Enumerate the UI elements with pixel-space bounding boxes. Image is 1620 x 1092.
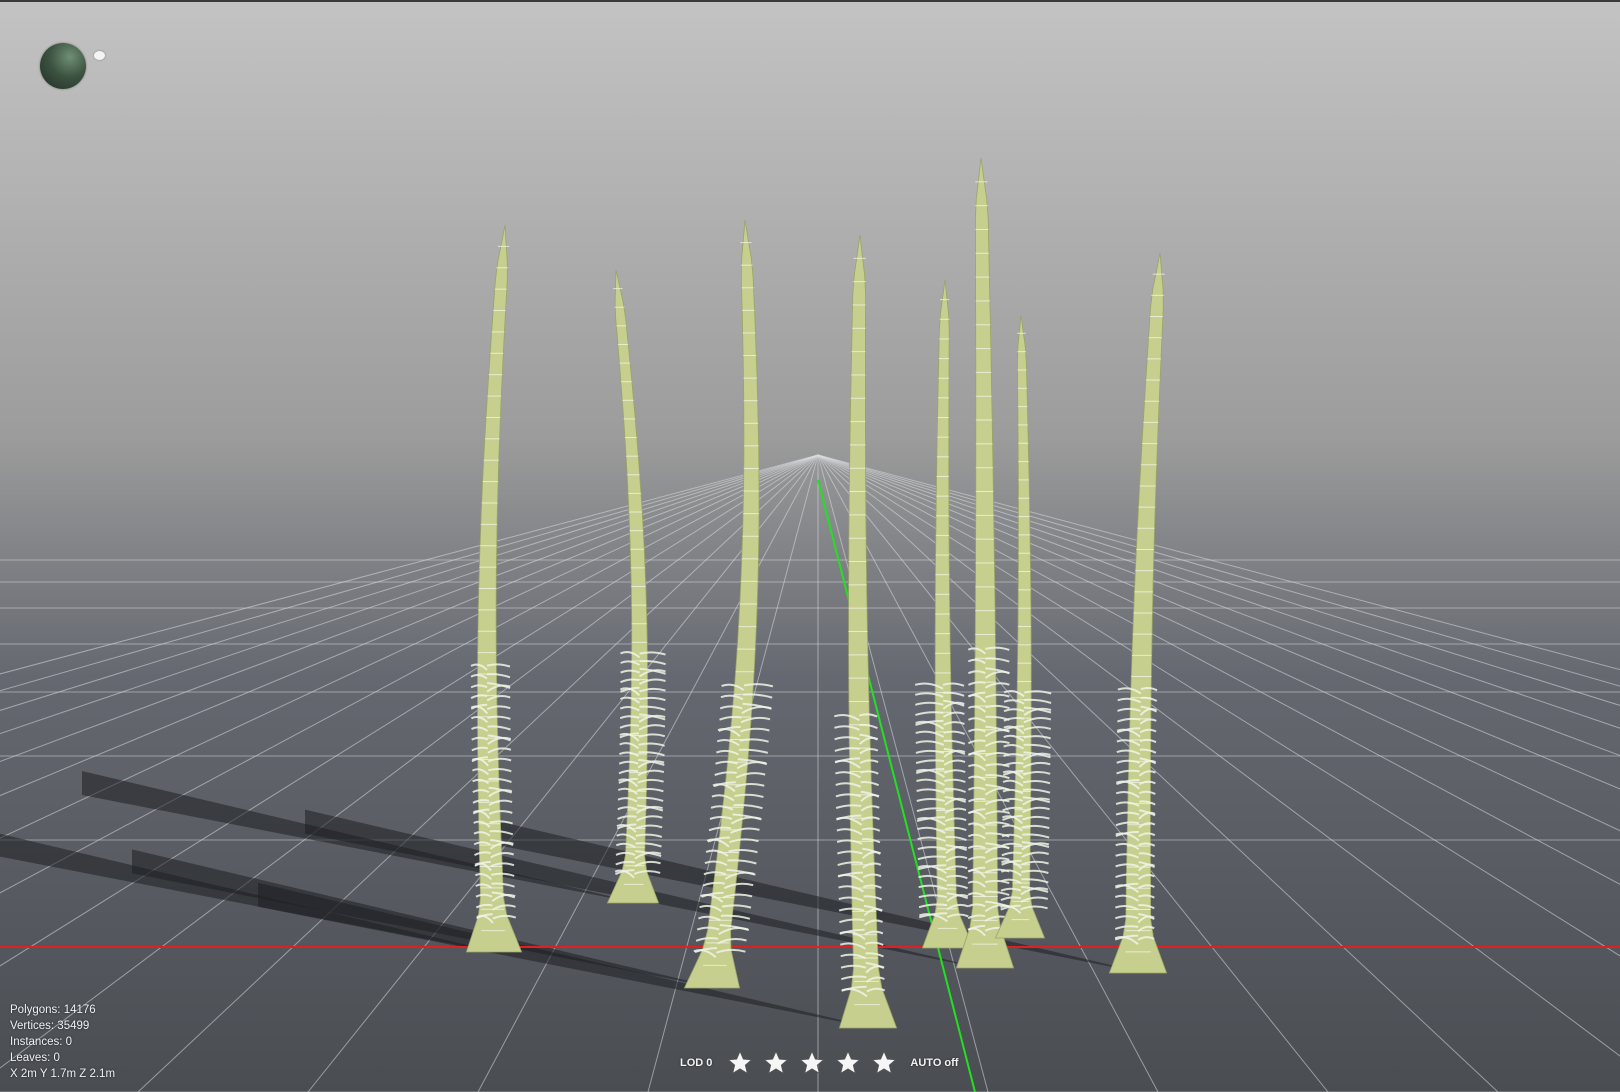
bamboo-leaf (620, 669, 640, 674)
lod-star-3-icon[interactable] (798, 1049, 826, 1077)
lod-star-2-icon[interactable] (762, 1049, 790, 1077)
bamboo-leaf (918, 894, 948, 899)
grid-line (0, 454, 819, 894)
bamboo-leaf (915, 701, 944, 706)
plant-shadow (258, 882, 878, 1029)
viewport-top-border (0, 0, 1620, 2)
bamboo-plant (914, 279, 975, 949)
bamboo-leaf (1003, 708, 1025, 713)
bamboo-leaf (917, 846, 947, 851)
scene-stats-panel: Polygons: 14176 Vertices: 35499 Instance… (10, 1002, 115, 1082)
light-handle-icon[interactable] (94, 51, 105, 60)
grid-line (0, 454, 819, 692)
grid-line (0, 454, 819, 711)
grid-line (0, 454, 819, 839)
bamboo-plant (465, 224, 523, 953)
bamboo-leaf (715, 760, 738, 765)
bamboo-leaf (835, 793, 862, 798)
lod-label: LOD 0 (680, 1057, 713, 1069)
bamboo-leaf (1000, 887, 1022, 892)
bamboo-leaf (618, 760, 639, 765)
plant-shadow (498, 821, 1148, 974)
grid-line (0, 454, 819, 967)
bamboo-plant (994, 314, 1052, 939)
ground-grid (0, 454, 1620, 1092)
bamboo-leaf (837, 850, 863, 855)
bamboo-leaf (1117, 707, 1141, 712)
lod-star-4-icon[interactable] (834, 1049, 862, 1077)
light-direction-sphere-icon[interactable] (40, 43, 86, 89)
grid-line (817, 454, 1499, 1092)
bamboo-plant (833, 234, 898, 1029)
dimensions-readout: X 2m Y 1.7m Z 2.1m (10, 1068, 116, 1080)
grid-line (817, 454, 989, 1092)
bamboo-leaf (1001, 842, 1023, 847)
lod-toolbar: LOD 0 AUTO off (680, 1049, 958, 1077)
grid-line (477, 454, 819, 1092)
scene-canvas[interactable] (0, 0, 1620, 1092)
polygons-count: Polygons: 14176 (10, 1004, 96, 1016)
grid-line (0, 454, 819, 675)
grid-line (0, 454, 819, 797)
bamboo-plant (1108, 252, 1168, 974)
bamboo-leaf (1002, 797, 1024, 802)
bamboo-leaf (915, 749, 945, 754)
grid-line (0, 454, 819, 1069)
bamboo-leaf (834, 736, 860, 741)
lod-star-1-icon[interactable] (726, 1049, 754, 1077)
bamboo-leaf (1116, 759, 1141, 764)
lod-star-5-icon[interactable] (870, 1049, 898, 1077)
bamboo-leaf (916, 798, 946, 802)
leaves-count: Leaves: 0 (10, 1052, 60, 1064)
3d-viewport[interactable]: Polygons: 14176 Vertices: 35499 Instance… (0, 0, 1620, 1092)
grid-line (0, 454, 819, 735)
bamboo-plant (606, 269, 666, 904)
instances-count: Instances: 0 (10, 1036, 73, 1048)
auto-lod-toggle[interactable]: AUTO off (910, 1057, 958, 1069)
grid-line (0, 454, 819, 763)
bamboo-leaf (719, 705, 743, 710)
vertices-count: Vertices: 35499 (10, 1020, 90, 1032)
bamboo-leaf (619, 715, 640, 720)
